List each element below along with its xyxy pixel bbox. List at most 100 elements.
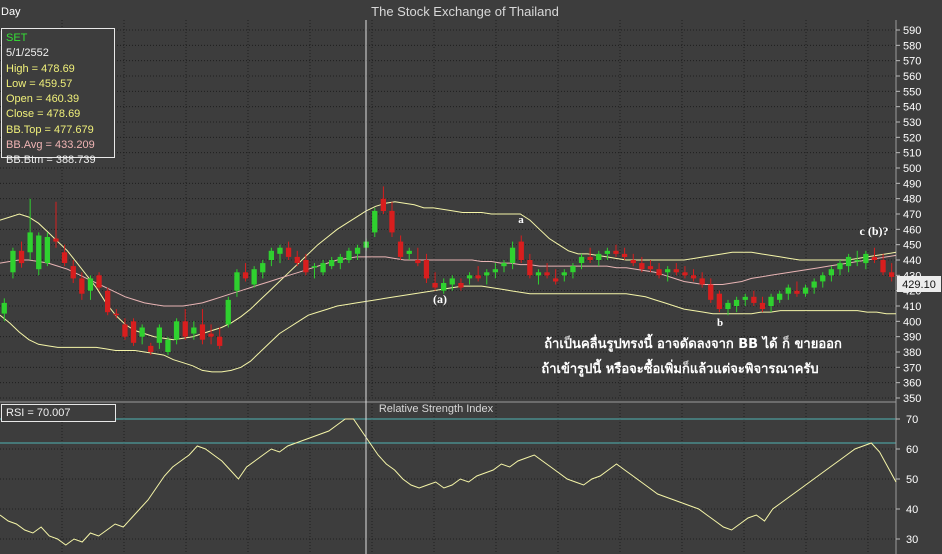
candle-up bbox=[837, 263, 843, 270]
candle-up bbox=[665, 269, 671, 273]
price-tick-label: 570 bbox=[903, 56, 921, 68]
candle-up bbox=[863, 253, 869, 264]
candle-up bbox=[535, 272, 542, 276]
price-tick-label: 490 bbox=[903, 178, 921, 190]
info-bb-btm: BB.Btm = 388.739 bbox=[6, 154, 96, 167]
price-tick-label: 500 bbox=[903, 163, 921, 175]
rsi-value-box: RSI = 70.007 bbox=[1, 404, 116, 422]
candle-down bbox=[217, 336, 223, 346]
wave-label-a: a bbox=[518, 214, 524, 226]
rsi-panel-title: Relative Strength Index bbox=[379, 403, 494, 415]
candle-up bbox=[173, 321, 180, 340]
candle-down bbox=[61, 252, 68, 263]
candle-up bbox=[570, 266, 576, 273]
candle-up bbox=[484, 272, 490, 276]
candle-down bbox=[458, 283, 464, 288]
candle-down bbox=[79, 278, 85, 294]
candle-up bbox=[354, 247, 361, 254]
wave-label-paren-a: (a) bbox=[433, 292, 447, 306]
candle-down bbox=[544, 272, 550, 276]
candle-up bbox=[578, 256, 585, 263]
candle-up bbox=[346, 250, 352, 260]
price-tick-label: 470 bbox=[903, 209, 921, 221]
candle-up bbox=[441, 283, 447, 291]
ohlc-info-box: SET 5/1/2552 High = 478.69 Low = 459.57 … bbox=[1, 28, 115, 166]
candle-down bbox=[690, 275, 697, 279]
candle-up bbox=[87, 278, 94, 291]
price-tick-label: 390 bbox=[903, 332, 921, 344]
candle-up bbox=[777, 293, 783, 300]
candle-up bbox=[449, 278, 455, 285]
candle-up bbox=[742, 296, 748, 300]
candle-up bbox=[372, 210, 378, 233]
price-tick-label: 520 bbox=[903, 132, 921, 144]
candle-down bbox=[682, 272, 688, 276]
candle-down bbox=[208, 333, 214, 337]
price-tick-label: 410 bbox=[903, 301, 921, 313]
candle-up bbox=[604, 250, 610, 254]
candle-up bbox=[725, 302, 731, 309]
candle-up bbox=[811, 281, 817, 288]
candle-down bbox=[708, 284, 714, 300]
info-bb-avg: BB.Avg = 433.209 bbox=[6, 139, 95, 152]
price-tick-label: 510 bbox=[903, 148, 921, 160]
period-label: Day bbox=[1, 6, 21, 18]
stock-chart-canvas[interactable]: 3503603703803904004104204304404504604704… bbox=[0, 0, 942, 554]
rsi-tick-label: 60 bbox=[906, 444, 918, 456]
price-tick-label: 530 bbox=[903, 117, 921, 129]
candle-down bbox=[18, 250, 25, 264]
candle-down bbox=[415, 260, 421, 264]
candle-up bbox=[845, 256, 852, 267]
candle-down bbox=[182, 321, 188, 337]
candle-up bbox=[320, 263, 326, 273]
candle-up bbox=[36, 235, 42, 270]
candle-down bbox=[613, 250, 619, 254]
info-bb-top: BB.Top = 477.679 bbox=[6, 123, 94, 136]
candle-down bbox=[113, 313, 119, 316]
price-tick-label: 580 bbox=[903, 40, 921, 52]
candle-down bbox=[423, 260, 430, 279]
candle-down bbox=[699, 278, 705, 285]
price-tick-label: 460 bbox=[903, 224, 921, 236]
price-tick-label: 350 bbox=[903, 393, 921, 405]
candle-up bbox=[466, 275, 473, 279]
info-close: Close = 478.69 bbox=[6, 108, 81, 121]
candle-up bbox=[165, 339, 171, 352]
candle-up bbox=[509, 247, 516, 263]
candle-down bbox=[673, 269, 679, 273]
candle-down bbox=[148, 345, 154, 352]
candle-up bbox=[733, 299, 740, 306]
candle-down bbox=[639, 263, 645, 270]
candle-down bbox=[285, 247, 292, 257]
candle-down bbox=[303, 260, 309, 273]
candle-down bbox=[105, 290, 111, 313]
candle-down bbox=[475, 275, 481, 279]
price-tick-label: 480 bbox=[903, 194, 921, 206]
price-tick-label: 560 bbox=[903, 71, 921, 83]
candle-up bbox=[854, 260, 860, 262]
chart-title: The Stock Exchange of Thailand bbox=[371, 4, 559, 19]
candle-up bbox=[311, 266, 318, 268]
info-date: 5/1/2552 bbox=[6, 47, 49, 60]
candle-down bbox=[647, 266, 654, 270]
candle-up bbox=[191, 327, 197, 334]
candle-down bbox=[432, 283, 438, 288]
candle-down bbox=[199, 324, 206, 340]
candle-up bbox=[27, 232, 33, 253]
candle-up bbox=[260, 263, 266, 273]
candle-down bbox=[716, 293, 722, 309]
info-low: Low = 459.57 bbox=[6, 77, 73, 90]
candle-down bbox=[130, 321, 137, 343]
candle-down bbox=[751, 296, 757, 303]
price-tick-label: 380 bbox=[903, 347, 921, 359]
candle-up bbox=[329, 260, 335, 267]
candle-down bbox=[553, 278, 559, 282]
candle-down bbox=[794, 290, 800, 294]
candle-up bbox=[277, 247, 283, 254]
price-tick-label: 550 bbox=[903, 86, 921, 98]
candle-down bbox=[389, 210, 395, 233]
candle-up bbox=[234, 272, 240, 291]
candle-down bbox=[70, 266, 76, 279]
candle-up bbox=[820, 275, 826, 282]
rsi-tick-label: 30 bbox=[906, 534, 918, 546]
